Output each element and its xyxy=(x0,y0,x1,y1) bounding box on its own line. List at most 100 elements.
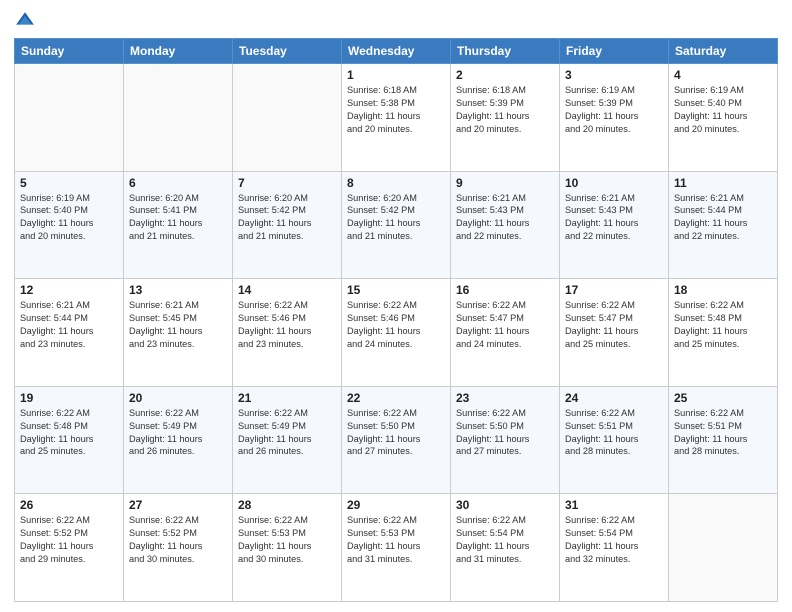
day-number: 21 xyxy=(238,391,336,405)
calendar-cell: 26 Sunrise: 6:22 AM Sunset: 5:52 PM Dayli… xyxy=(15,494,124,602)
calendar-cell xyxy=(233,64,342,172)
calendar-cell xyxy=(15,64,124,172)
day-number: 15 xyxy=(347,283,445,297)
calendar-cell: 31 Sunrise: 6:22 AM Sunset: 5:54 PM Dayli… xyxy=(560,494,669,602)
calendar-cell: 24 Sunrise: 6:22 AM Sunset: 5:51 PM Dayli… xyxy=(560,386,669,494)
calendar-cell xyxy=(124,64,233,172)
day-info: Sunrise: 6:22 AM Sunset: 5:48 PM Dayligh… xyxy=(674,299,772,351)
day-info: Sunrise: 6:22 AM Sunset: 5:53 PM Dayligh… xyxy=(238,514,336,566)
day-number: 2 xyxy=(456,68,554,82)
day-info: Sunrise: 6:18 AM Sunset: 5:38 PM Dayligh… xyxy=(347,84,445,136)
header xyxy=(14,10,778,32)
day-info: Sunrise: 6:22 AM Sunset: 5:52 PM Dayligh… xyxy=(129,514,227,566)
day-number: 12 xyxy=(20,283,118,297)
day-number: 1 xyxy=(347,68,445,82)
day-number: 18 xyxy=(674,283,772,297)
calendar-cell: 23 Sunrise: 6:22 AM Sunset: 5:50 PM Dayli… xyxy=(451,386,560,494)
calendar-col-thursday: Thursday xyxy=(451,39,560,64)
day-info: Sunrise: 6:18 AM Sunset: 5:39 PM Dayligh… xyxy=(456,84,554,136)
day-info: Sunrise: 6:20 AM Sunset: 5:41 PM Dayligh… xyxy=(129,192,227,244)
day-info: Sunrise: 6:22 AM Sunset: 5:46 PM Dayligh… xyxy=(347,299,445,351)
day-info: Sunrise: 6:21 AM Sunset: 5:43 PM Dayligh… xyxy=(456,192,554,244)
calendar-cell: 25 Sunrise: 6:22 AM Sunset: 5:51 PM Dayli… xyxy=(669,386,778,494)
day-info: Sunrise: 6:22 AM Sunset: 5:49 PM Dayligh… xyxy=(129,407,227,459)
calendar-cell: 5 Sunrise: 6:19 AM Sunset: 5:40 PM Daylig… xyxy=(15,171,124,279)
calendar-cell: 1 Sunrise: 6:18 AM Sunset: 5:38 PM Daylig… xyxy=(342,64,451,172)
day-info: Sunrise: 6:21 AM Sunset: 5:44 PM Dayligh… xyxy=(674,192,772,244)
calendar-cell: 28 Sunrise: 6:22 AM Sunset: 5:53 PM Dayli… xyxy=(233,494,342,602)
day-info: Sunrise: 6:22 AM Sunset: 5:47 PM Dayligh… xyxy=(565,299,663,351)
day-info: Sunrise: 6:20 AM Sunset: 5:42 PM Dayligh… xyxy=(347,192,445,244)
day-info: Sunrise: 6:22 AM Sunset: 5:51 PM Dayligh… xyxy=(674,407,772,459)
calendar-header-row: SundayMondayTuesdayWednesdayThursdayFrid… xyxy=(15,39,778,64)
day-number: 3 xyxy=(565,68,663,82)
logo-icon xyxy=(14,10,36,32)
day-info: Sunrise: 6:22 AM Sunset: 5:51 PM Dayligh… xyxy=(565,407,663,459)
calendar-cell: 2 Sunrise: 6:18 AM Sunset: 5:39 PM Daylig… xyxy=(451,64,560,172)
calendar-cell: 6 Sunrise: 6:20 AM Sunset: 5:41 PM Daylig… xyxy=(124,171,233,279)
page: SundayMondayTuesdayWednesdayThursdayFrid… xyxy=(0,0,792,612)
calendar-col-saturday: Saturday xyxy=(669,39,778,64)
day-number: 26 xyxy=(20,498,118,512)
day-info: Sunrise: 6:22 AM Sunset: 5:47 PM Dayligh… xyxy=(456,299,554,351)
calendar-cell: 15 Sunrise: 6:22 AM Sunset: 5:46 PM Dayli… xyxy=(342,279,451,387)
day-number: 25 xyxy=(674,391,772,405)
day-number: 17 xyxy=(565,283,663,297)
calendar-col-sunday: Sunday xyxy=(15,39,124,64)
calendar-cell: 13 Sunrise: 6:21 AM Sunset: 5:45 PM Dayli… xyxy=(124,279,233,387)
day-number: 20 xyxy=(129,391,227,405)
day-number: 28 xyxy=(238,498,336,512)
day-info: Sunrise: 6:22 AM Sunset: 5:49 PM Dayligh… xyxy=(238,407,336,459)
day-info: Sunrise: 6:21 AM Sunset: 5:43 PM Dayligh… xyxy=(565,192,663,244)
day-number: 14 xyxy=(238,283,336,297)
day-info: Sunrise: 6:20 AM Sunset: 5:42 PM Dayligh… xyxy=(238,192,336,244)
calendar-cell: 18 Sunrise: 6:22 AM Sunset: 5:48 PM Dayli… xyxy=(669,279,778,387)
day-number: 7 xyxy=(238,176,336,190)
day-number: 10 xyxy=(565,176,663,190)
calendar-cell: 19Sunrise: 6:22 AM Sunset: 5:48 PM Dayli… xyxy=(15,386,124,494)
calendar-col-friday: Friday xyxy=(560,39,669,64)
day-number: 6 xyxy=(129,176,227,190)
day-number: 8 xyxy=(347,176,445,190)
day-number: 13 xyxy=(129,283,227,297)
day-info: Sunrise: 6:21 AM Sunset: 5:45 PM Dayligh… xyxy=(129,299,227,351)
calendar-cell: 7 Sunrise: 6:20 AM Sunset: 5:42 PM Daylig… xyxy=(233,171,342,279)
calendar-col-tuesday: Tuesday xyxy=(233,39,342,64)
day-number: 19 xyxy=(20,391,118,405)
calendar-week-row: 5 Sunrise: 6:19 AM Sunset: 5:40 PM Daylig… xyxy=(15,171,778,279)
calendar-cell: 17 Sunrise: 6:22 AM Sunset: 5:47 PM Dayli… xyxy=(560,279,669,387)
day-number: 24 xyxy=(565,391,663,405)
day-info: Sunrise: 6:21 AM Sunset: 5:44 PM Dayligh… xyxy=(20,299,118,351)
day-number: 16 xyxy=(456,283,554,297)
calendar-week-row: 19Sunrise: 6:22 AM Sunset: 5:48 PM Dayli… xyxy=(15,386,778,494)
calendar-col-monday: Monday xyxy=(124,39,233,64)
calendar-cell: 3 Sunrise: 6:19 AM Sunset: 5:39 PM Daylig… xyxy=(560,64,669,172)
calendar-cell: 27 Sunrise: 6:22 AM Sunset: 5:52 PM Dayli… xyxy=(124,494,233,602)
calendar-week-row: 1 Sunrise: 6:18 AM Sunset: 5:38 PM Daylig… xyxy=(15,64,778,172)
calendar-cell: 30 Sunrise: 6:22 AM Sunset: 5:54 PM Dayli… xyxy=(451,494,560,602)
day-number: 30 xyxy=(456,498,554,512)
calendar-cell: 20 Sunrise: 6:22 AM Sunset: 5:49 PM Dayli… xyxy=(124,386,233,494)
day-info: Sunrise: 6:19 AM Sunset: 5:40 PM Dayligh… xyxy=(20,192,118,244)
day-info: Sunrise: 6:22 AM Sunset: 5:50 PM Dayligh… xyxy=(456,407,554,459)
day-number: 9 xyxy=(456,176,554,190)
calendar-cell: 22Sunrise: 6:22 AM Sunset: 5:50 PM Dayli… xyxy=(342,386,451,494)
day-info: Sunrise: 6:19 AM Sunset: 5:40 PM Dayligh… xyxy=(674,84,772,136)
day-number: 5 xyxy=(20,176,118,190)
calendar-week-row: 12 Sunrise: 6:21 AM Sunset: 5:44 PM Dayli… xyxy=(15,279,778,387)
calendar-cell: 10 Sunrise: 6:21 AM Sunset: 5:43 PM Dayli… xyxy=(560,171,669,279)
day-info: Sunrise: 6:19 AM Sunset: 5:39 PM Dayligh… xyxy=(565,84,663,136)
calendar-week-row: 26 Sunrise: 6:22 AM Sunset: 5:52 PM Dayli… xyxy=(15,494,778,602)
day-info: Sunrise: 6:22 AM Sunset: 5:54 PM Dayligh… xyxy=(565,514,663,566)
day-number: 31 xyxy=(565,498,663,512)
calendar-cell: 16 Sunrise: 6:22 AM Sunset: 5:47 PM Dayli… xyxy=(451,279,560,387)
day-number: 23 xyxy=(456,391,554,405)
day-number: 11 xyxy=(674,176,772,190)
day-number: 22 xyxy=(347,391,445,405)
day-info: Sunrise: 6:22 AM Sunset: 5:54 PM Dayligh… xyxy=(456,514,554,566)
calendar-cell: 8 Sunrise: 6:20 AM Sunset: 5:42 PM Daylig… xyxy=(342,171,451,279)
calendar-col-wednesday: Wednesday xyxy=(342,39,451,64)
day-info: Sunrise: 6:22 AM Sunset: 5:52 PM Dayligh… xyxy=(20,514,118,566)
day-info: Sunrise: 6:22 AM Sunset: 5:46 PM Dayligh… xyxy=(238,299,336,351)
day-number: 27 xyxy=(129,498,227,512)
